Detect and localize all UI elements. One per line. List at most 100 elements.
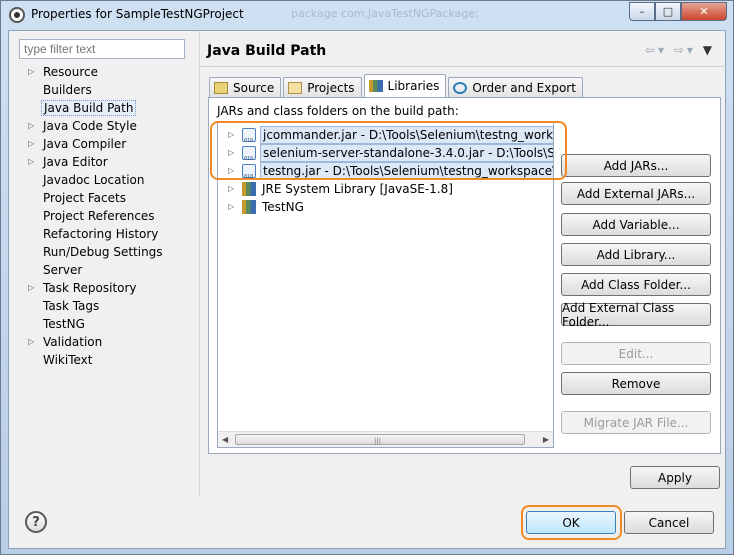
expand-arrow-icon[interactable]: ▷ [28,153,34,171]
nav-tree-item[interactable]: Project References [19,207,195,225]
dialog-body: ▷ Resource Builders Java Build Path ▷ Java Co… [8,30,726,549]
maximize-icon[interactable]: □ [655,2,681,21]
source-folder-icon [214,81,228,94]
nav-tree-item[interactable]: ▷ Validation [19,333,195,351]
add-class-folder-button[interactable]: Add Class Folder... [561,273,711,296]
order-export-icon [453,81,468,94]
libraries-label: JARs and class folders on the build path… [217,104,459,118]
expand-arrow-icon[interactable]: ▷ [28,333,34,351]
forward-arrow-icon[interactable]: ⇨ [674,43,687,57]
add-library-button[interactable]: Add Library... [561,243,711,266]
window-title: Properties for SampleTestNGProject [31,7,244,21]
nav-tree-item[interactable]: Run/Debug Settings [19,243,195,261]
nav-tree-item-label: Task Repository [43,281,137,295]
nav-tree-item-label: Java Editor [43,155,108,169]
nav-tree-item[interactable]: ▷ Resource [19,63,195,81]
nav-tree-item-label: WikiText [43,353,93,367]
library-entry-label: TestNG [262,200,304,214]
nav-tree-item-label: Java Compiler [43,137,127,151]
nav-tree-item[interactable]: ▷ Task Repository [19,279,195,297]
help-icon[interactable]: ? [25,511,47,533]
library-entry[interactable]: ▷ TestNG [218,198,553,216]
remove-button[interactable]: Remove [561,372,711,395]
tab-libraries[interactable]: Libraries [363,74,447,97]
window-controls: – □ ✕ [629,2,727,21]
nav-tree-item[interactable]: Task Tags [19,297,195,315]
back-arrow-icon[interactable]: ⇦ [645,43,658,57]
nav-tree-item[interactable]: ▷ Java Compiler [19,135,195,153]
add-external-jars-button[interactable]: Add External JARs... [561,182,711,205]
sash-divider[interactable] [199,31,200,496]
horizontal-scrollbar[interactable]: ◀ ||| ▶ [218,431,553,447]
scroll-right-icon[interactable]: ▶ [543,435,549,444]
nav-tree-item-label: Java Build Path [41,100,137,116]
library-icon [368,80,383,92]
cancel-button[interactable]: Cancel [624,511,714,534]
nav-tree-item-label: Project Facets [43,191,126,205]
expand-arrow-icon[interactable]: ▷ [28,279,34,297]
nav-tree-item-label: Server [43,263,83,277]
eclipse-app-icon [9,7,25,23]
expand-arrow-icon[interactable]: ▷ [28,135,34,153]
scrollbar-thumb[interactable]: ||| [235,434,525,445]
page-navigation: ⇦▾ ⇨▾ ▼ [645,43,715,57]
nav-tree-item-label: Builders [43,83,92,97]
nav-tree-item[interactable]: Server [19,261,195,279]
library-entry-label: JRE System Library [JavaSE-1.8] [262,182,453,196]
title-separator [200,66,726,67]
nav-tree-item[interactable]: Builders [19,81,195,99]
filter-input[interactable] [19,39,185,59]
library-icon [242,200,256,214]
background-window-ghost-text: package com.JavaTestNGPackage; [291,7,479,20]
migrate-jar-file-button[interactable]: Migrate JAR File... [561,411,711,434]
edit-button[interactable]: Edit... [561,342,711,365]
nav-tree-item-label: Javadoc Location [43,173,145,187]
title-bar: Properties for SampleTestNGProject packa… [1,1,733,29]
nav-tree-item[interactable]: ▷ Java Code Style [19,117,195,135]
close-icon[interactable]: ✕ [681,2,727,21]
jar-entries-highlight [210,121,567,180]
expand-arrow-icon[interactable]: ▷ [28,117,34,135]
nav-tree-item[interactable]: ▷ Java Editor [19,153,195,171]
forward-dropdown-icon[interactable]: ▾ [687,43,696,57]
tab-label: Projects [307,80,355,95]
add-variable-button[interactable]: Add Variable... [561,213,711,236]
minimize-icon[interactable]: – [629,2,655,21]
nav-tree-item[interactable]: Javadoc Location [19,171,195,189]
ok-button-highlight [521,505,622,540]
add-external-class-folder-button[interactable]: Add External Class Folder... [561,301,711,329]
nav-tree-item-label: Refactoring History [43,227,159,241]
tab-order-and-export[interactable]: Order and Export [448,77,583,97]
nav-tree-item[interactable]: Refactoring History [19,225,195,243]
grip-icon: ||| [374,437,382,445]
view-menu-icon[interactable]: ▼ [703,43,715,57]
apply-button[interactable]: Apply [630,466,720,489]
page-title: Java Build Path [207,43,327,59]
properties-dialog: Properties for SampleTestNGProject packa… [0,0,734,555]
nav-tree-item-label: Run/Debug Settings [43,245,163,259]
back-dropdown-icon[interactable]: ▾ [658,43,667,57]
tab-projects[interactable]: Projects [283,77,362,97]
tab-source[interactable]: Source [209,77,282,97]
nav-tree-item[interactable]: Java Build Path [19,99,195,117]
scroll-left-icon[interactable]: ◀ [222,435,228,444]
tab-label: Libraries [387,79,440,93]
add-jars-button[interactable]: Add JARs... [561,154,711,177]
nav-tree-item[interactable]: TestNG [19,315,195,333]
nav-tree-item-label: Java Code Style [43,119,137,133]
expand-arrow-icon[interactable]: ▷ [228,180,234,198]
properties-nav-tree: ▷ Resource Builders Java Build Path ▷ Java Co… [19,63,195,369]
nav-tree-item-label: Resource [43,65,99,79]
nav-tree-item-label: Validation [43,335,103,349]
expand-arrow-icon[interactable]: ▷ [228,198,234,216]
projects-icon [288,81,303,94]
expand-arrow-icon[interactable]: ▷ [28,63,34,81]
build-path-tabs: Source Projects Libraries Order and Expo… [209,74,585,97]
nav-tree-item-label: Project References [43,209,155,223]
library-entry[interactable]: ▷ JRE System Library [JavaSE-1.8] [218,180,553,198]
nav-tree-item[interactable]: Project Facets [19,189,195,207]
tab-label: Source [233,80,275,95]
nav-tree-item[interactable]: WikiText [19,351,195,369]
nav-tree-item-label: Task Tags [43,299,100,313]
tab-label: Order and Export [472,80,576,95]
